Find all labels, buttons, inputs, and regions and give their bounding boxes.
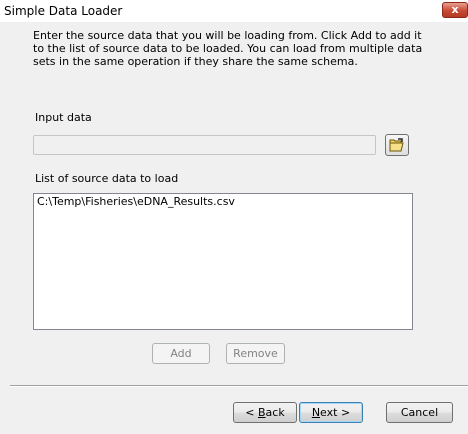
next-mnemonic: N <box>311 406 321 419</box>
remove-button[interactable]: Remove <box>226 343 285 364</box>
input-data-label: Input data <box>35 111 92 124</box>
browse-button[interactable] <box>385 134 409 156</box>
back-mnemonic: B <box>258 406 266 419</box>
next-label-rest: ext > <box>320 406 351 419</box>
back-prefix: < <box>245 406 258 419</box>
open-folder-icon <box>389 138 404 152</box>
window-title: Simple Data Loader <box>4 4 123 18</box>
cancel-button[interactable]: Cancel <box>386 402 453 423</box>
next-button[interactable]: Next > <box>299 402 363 423</box>
list-item[interactable]: C:\Temp\Fisheries\eDNA_Results.csv <box>37 195 409 209</box>
source-list-label: List of source data to load <box>35 172 179 185</box>
close-button[interactable]: x <box>442 2 468 18</box>
dialog-client-area: Enter the source data that you will be l… <box>0 22 468 434</box>
simple-data-loader-dialog: Simple Data Loader x Enter the source da… <box>0 0 468 434</box>
source-data-list[interactable]: C:\Temp\Fisheries\eDNA_Results.csv <box>33 193 413 330</box>
back-button[interactable]: < Back <box>233 402 297 423</box>
footer-separator <box>10 385 468 387</box>
instructions-text: Enter the source data that you will be l… <box>33 29 423 68</box>
input-data-field[interactable] <box>33 135 376 155</box>
add-button[interactable]: Add <box>152 343 210 364</box>
title-bar[interactable]: Simple Data Loader x <box>0 0 468 22</box>
close-icon: x <box>451 3 459 16</box>
back-label-rest: ack <box>265 406 285 419</box>
